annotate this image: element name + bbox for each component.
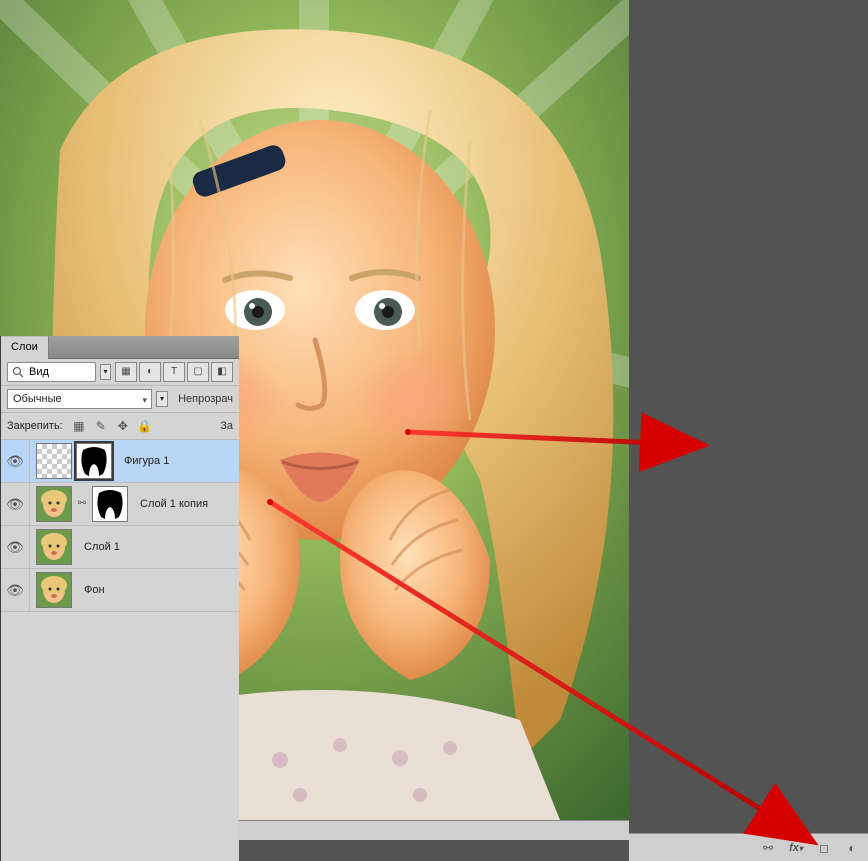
- link-indicator-icon: ⚯: [76, 498, 88, 510]
- lock-position-icon[interactable]: ✥: [115, 418, 131, 434]
- fill-label: За: [220, 420, 233, 432]
- blend-row: Обычные ▾ Непрозрач: [1, 386, 239, 413]
- lock-row: Закрепить: ▦ ✎ ✥ 🔒 За: [1, 413, 239, 440]
- visibility-toggle-icon[interactable]: 👁: [1, 569, 30, 611]
- layer-filter-select[interactable]: [7, 362, 96, 382]
- lock-pixels-icon[interactable]: ✎: [93, 418, 109, 434]
- layer-thumbnail[interactable]: [36, 572, 72, 608]
- layer-thumbnail[interactable]: [36, 529, 72, 565]
- filter-type-input[interactable]: [27, 365, 91, 379]
- filter-dropdown-arrow-icon[interactable]: ▾: [100, 364, 111, 380]
- search-icon: [12, 366, 24, 378]
- layers-panel-footer: ⚯ fx▾ ◻ ◐: [629, 833, 868, 861]
- thumbnail-group: [30, 529, 78, 565]
- layers-list: 👁 Фигура 1 👁 ⚯ Слой 1 копия 👁 Слой 1 👁 Фон: [1, 440, 239, 612]
- layers-panel: Слои ▾ ▦ ◐ T ▢ ◧ Обычные ▾ Непрозрач Зак…: [0, 336, 239, 861]
- adjustment-icon[interactable]: ◐: [842, 839, 862, 857]
- blend-dropdown-arrow-icon[interactable]: ▾: [156, 391, 168, 407]
- thumbnail-group: [30, 572, 78, 608]
- image-filter-icon[interactable]: ▦: [115, 362, 137, 382]
- thumbnail-group: [30, 443, 118, 479]
- adjustment-filter-icon[interactable]: ◐: [139, 362, 161, 382]
- blend-mode-select[interactable]: Обычные: [7, 389, 152, 409]
- filter-row: ▾ ▦ ◐ T ▢ ◧: [1, 359, 239, 386]
- layer-name[interactable]: Фигура 1: [118, 455, 169, 467]
- mask-icon[interactable]: ◻: [814, 839, 834, 857]
- tab-layers[interactable]: Слои: [1, 336, 49, 359]
- layer-row[interactable]: 👁 ⚯ Слой 1 копия: [1, 483, 239, 526]
- thumbnail-group: ⚯: [30, 486, 134, 522]
- lock-label: Закрепить:: [7, 420, 63, 432]
- right-gutter: [629, 0, 868, 861]
- layer-name[interactable]: Слой 1: [78, 541, 120, 553]
- lock-transparency-icon[interactable]: ▦: [71, 418, 87, 434]
- layer-name[interactable]: Фон: [78, 584, 105, 596]
- visibility-toggle-icon[interactable]: 👁: [1, 526, 30, 568]
- link-icon[interactable]: ⚯: [758, 839, 778, 857]
- panel-tab-bar: Слои: [1, 336, 239, 359]
- visibility-toggle-icon[interactable]: 👁: [1, 483, 30, 525]
- type-filter-icon[interactable]: T: [163, 362, 185, 382]
- layer-thumbnail[interactable]: [36, 486, 72, 522]
- layer-name[interactable]: Слой 1 копия: [134, 498, 208, 510]
- layer-row[interactable]: 👁 Фон: [1, 569, 239, 612]
- layer-thumbnail[interactable]: [36, 443, 72, 479]
- shape-filter-icon[interactable]: ▢: [187, 362, 209, 382]
- visibility-toggle-icon[interactable]: 👁: [1, 440, 30, 482]
- lock-all-icon[interactable]: 🔒: [137, 418, 153, 434]
- fx-icon[interactable]: fx▾: [786, 839, 806, 857]
- opacity-label: Непрозрач: [178, 393, 233, 405]
- layer-mask-thumbnail[interactable]: [76, 443, 112, 479]
- layer-row[interactable]: 👁 Фигура 1: [1, 440, 239, 483]
- layer-mask-thumbnail[interactable]: [92, 486, 128, 522]
- layer-row[interactable]: 👁 Слой 1: [1, 526, 239, 569]
- smart-filter-icon[interactable]: ◧: [211, 362, 233, 382]
